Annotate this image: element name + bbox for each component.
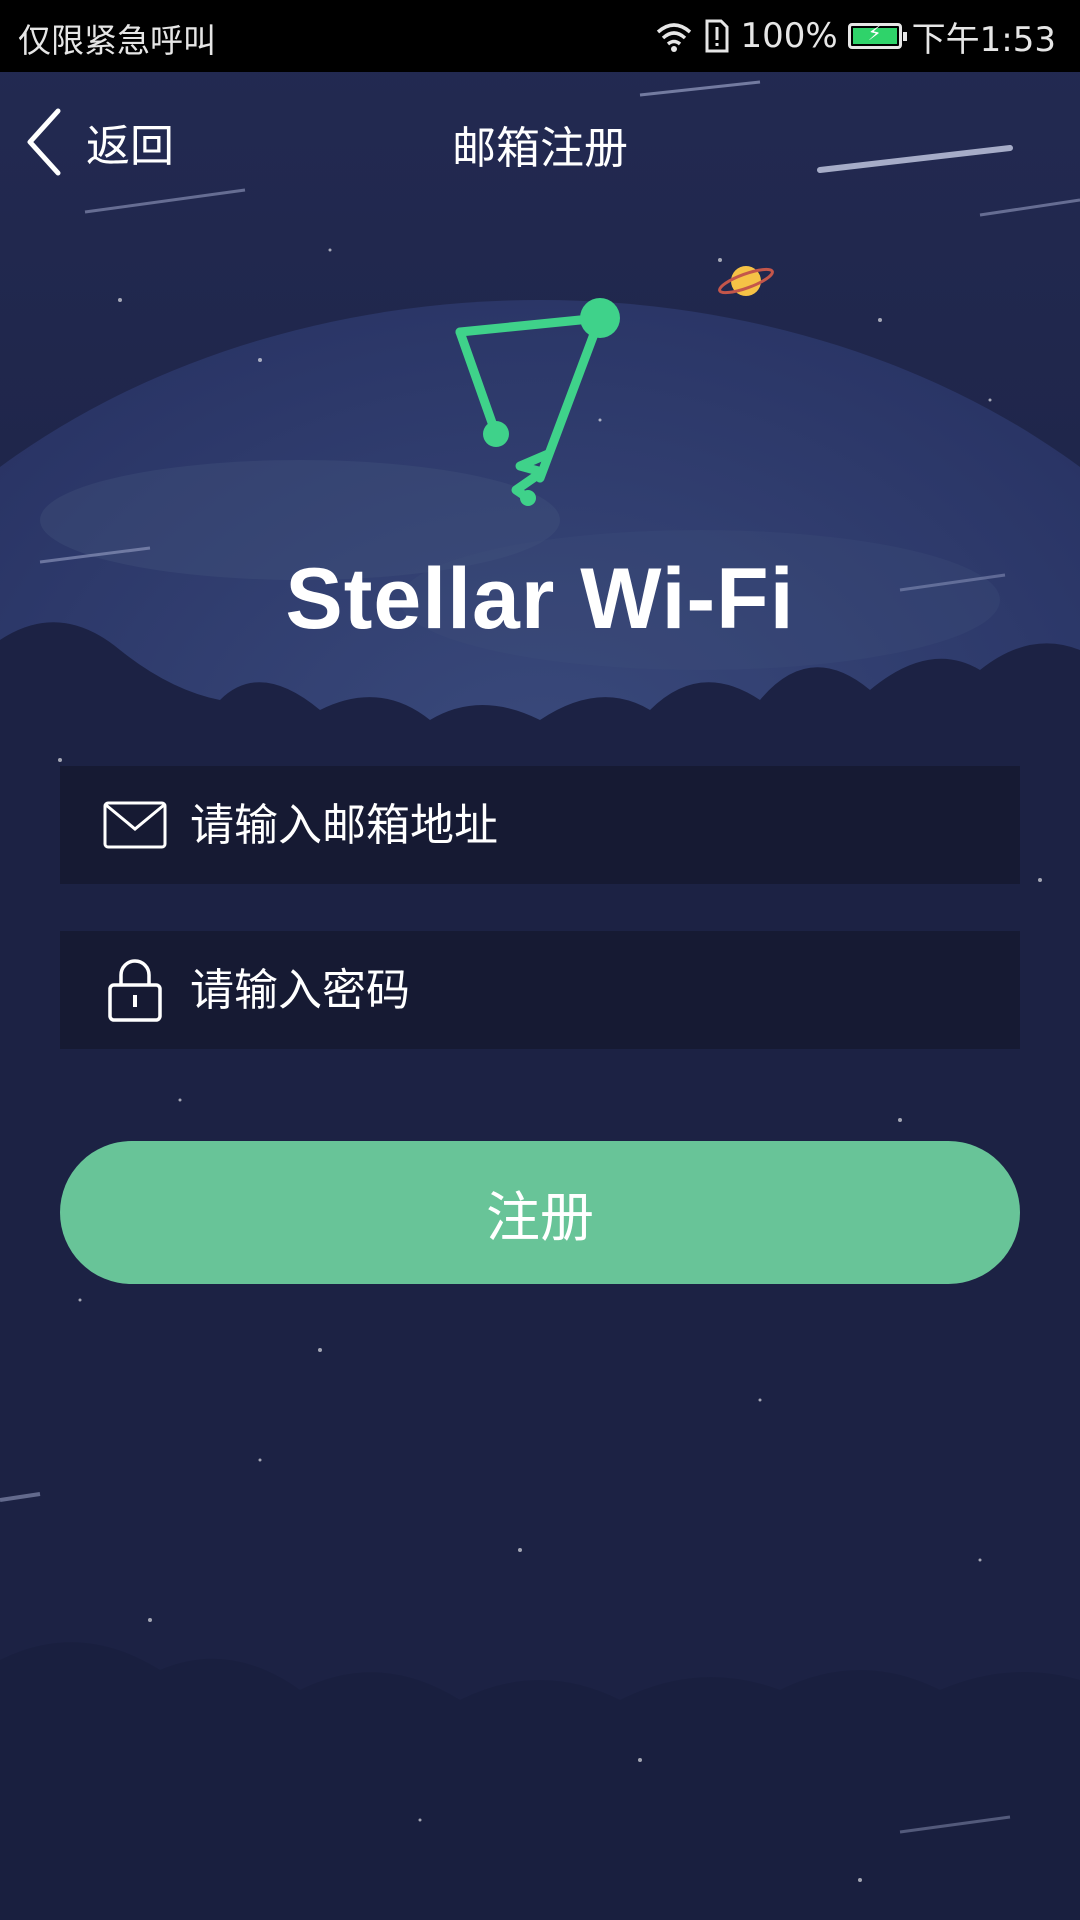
- planet-icon: [718, 266, 774, 296]
- lock-icon: [102, 957, 168, 1023]
- app-name: Stellar Wi-Fi: [285, 551, 795, 647]
- password-field[interactable]: [60, 931, 1020, 1049]
- email-field[interactable]: [60, 766, 1020, 884]
- wifi-icon: [657, 23, 692, 52]
- alert-sim-icon: [705, 19, 729, 53]
- register-button[interactable]: 注册: [60, 1141, 1020, 1284]
- page-title: 邮箱注册: [452, 123, 628, 174]
- stellar-logo-icon: [455, 298, 620, 506]
- clock: 下午1:53: [911, 19, 1056, 60]
- status-bar: 仅限紧急呼叫 100% ⚡ 下午1:53: [0, 0, 1080, 72]
- password-input[interactable]: [190, 931, 1020, 1049]
- register-screen: 仅限紧急呼叫 100% ⚡ 下午1:53 返回 邮箱注册 Stellar Wi-…: [0, 0, 1080, 1920]
- battery-icon: ⚡: [847, 21, 907, 49]
- battery-percent: 100%: [740, 16, 838, 56]
- header: 返回 邮箱注册: [0, 72, 1080, 212]
- email-input[interactable]: [190, 766, 1020, 884]
- status-icons: 100% ⚡ 下午1:53: [654, 12, 1056, 60]
- carrier-text: 仅限紧急呼叫: [18, 21, 216, 60]
- envelope-icon: [102, 792, 168, 858]
